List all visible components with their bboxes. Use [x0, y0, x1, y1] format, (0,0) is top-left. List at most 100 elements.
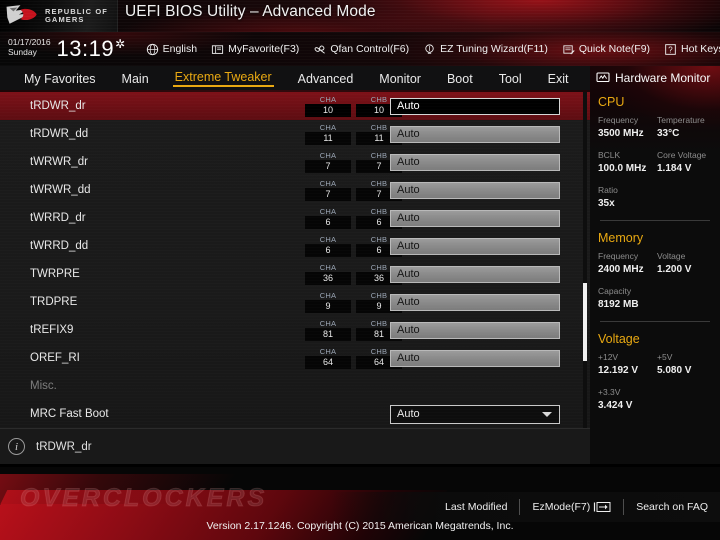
setting-input[interactable]: Auto	[390, 97, 560, 115]
tab-my-favorites[interactable]: My Favorites	[22, 72, 98, 86]
hw-metric-key: +12V	[598, 352, 619, 362]
setting-label: TWRPRE	[30, 268, 80, 280]
settings-row[interactable]: TRDPRE CHA 9 CHB 9 Auto	[0, 288, 590, 316]
tab-extreme-tweaker[interactable]: Extreme Tweaker	[172, 70, 274, 87]
tab-main[interactable]: Main	[120, 72, 151, 86]
globe-icon	[146, 43, 159, 56]
hw-metric-value: 5.080 V	[657, 365, 692, 376]
date-time-widget[interactable]: 01/17/2016 Sunday 13:19✲	[8, 38, 126, 60]
toolbar-item-hot-keys[interactable]: ? Hot Keys	[664, 43, 720, 56]
ez-mode-button[interactable]: EzMode(F7)	[532, 501, 611, 513]
toolbar-item-english[interactable]: English	[146, 43, 197, 56]
channel-a-value: 36	[305, 272, 351, 285]
setting-input[interactable]: Auto	[390, 321, 560, 339]
channel-a-value: 9	[305, 300, 351, 313]
setting-value: Auto	[397, 240, 420, 252]
hw-metric: +3.3V 3.424 V	[598, 386, 657, 413]
channel-a: CHA 6	[305, 235, 351, 257]
setting-input[interactable]: Auto	[390, 237, 560, 255]
channel-a-label: CHA	[319, 123, 337, 132]
channel-values: CHA 81 CHB 81	[305, 319, 402, 341]
gear-icon[interactable]: ✲	[115, 37, 126, 51]
settings-row[interactable]: OREF_RI CHA 64 CHB 64 Auto	[0, 344, 590, 372]
setting-input[interactable]: Auto	[390, 293, 560, 311]
channel-a-value: 81	[305, 328, 351, 341]
channel-a-label: CHA	[319, 207, 337, 216]
hw-metric-value: 1.184 V	[657, 163, 692, 174]
rog-eye-logo-icon	[6, 5, 37, 24]
channel-a-label: CHA	[319, 95, 337, 104]
svg-text:?: ?	[668, 45, 673, 54]
channel-values: CHA 7 CHB 7	[305, 151, 402, 173]
lightbulb-icon	[423, 43, 436, 56]
toolbar-item-quick-note[interactable]: Quick Note(F9)	[562, 43, 650, 56]
bios-screen: REPUBLIC OF GAMERS UEFI BIOS Utility – A…	[0, 0, 720, 540]
setting-label: tRDWR_dr	[30, 100, 86, 112]
settings-row[interactable]: tWRRD_dd CHA 6 CHB 6 Auto	[0, 232, 590, 260]
last-modified-button[interactable]: Last Modified	[445, 501, 507, 513]
settings-row[interactable]: tRDWR_dd CHA 11 CHB 11 Auto	[0, 120, 590, 148]
hw-metric-key: Voltage	[657, 251, 686, 261]
settings-row[interactable]: tWRRD_dr CHA 6 CHB 6 Auto	[0, 204, 590, 232]
settings-row[interactable]: MRC Fast Boot Auto	[0, 400, 590, 428]
channel-values: CHA 10 CHB 10	[305, 95, 402, 117]
toolbar-item-qfan-control[interactable]: Qfan Control(F6)	[313, 43, 409, 56]
tab-boot[interactable]: Boot	[445, 72, 475, 86]
channel-a-label: CHA	[319, 319, 337, 328]
page-title: UEFI BIOS Utility – Advanced Mode	[125, 3, 376, 20]
settings-row[interactable]: tRDWR_dr CHA 10 CHB 10 Auto	[0, 92, 590, 120]
setting-input[interactable]: Auto	[390, 265, 560, 283]
setting-label: MRC Fast Boot	[30, 408, 109, 420]
hw-metric-value: 3.424 V	[598, 400, 633, 411]
channel-a: CHA 7	[305, 151, 351, 173]
date-block: 01/17/2016 Sunday	[8, 38, 51, 60]
hardware-monitor-title-text: Hardware Monitor	[615, 71, 711, 85]
setting-input[interactable]: Auto	[390, 125, 560, 143]
search-on-faq-button[interactable]: Search on FAQ	[636, 501, 708, 513]
setting-label: tWRWR_dd	[30, 184, 91, 196]
channel-values: CHA 6 CHB 6	[305, 207, 402, 229]
setting-value: Auto	[397, 324, 420, 336]
footer-actions: Last Modified EzMode(F7) Search on FAQ	[0, 492, 720, 522]
settings-row[interactable]: tREFIX9 CHA 81 CHB 81 Auto	[0, 316, 590, 344]
setting-input[interactable]: Auto	[390, 153, 560, 171]
channel-values: CHA 64 CHB 64	[305, 347, 402, 369]
hw-metric-value: 100.0 MHz	[598, 163, 647, 174]
channel-a-label: CHA	[319, 235, 337, 244]
hw-metric: Frequency 2400 MHz	[598, 250, 657, 277]
hw-row: +3.3V 3.424 V	[590, 386, 720, 413]
setting-input[interactable]: Auto	[390, 209, 560, 227]
channel-a-label: CHA	[319, 291, 337, 300]
hw-metric: Ratio 35x	[598, 184, 657, 211]
setting-input[interactable]: Auto	[390, 349, 560, 367]
tab-exit[interactable]: Exit	[546, 72, 571, 86]
hw-metric-value: 3500 MHz	[598, 128, 644, 139]
tab-monitor[interactable]: Monitor	[377, 72, 423, 86]
scrollbar-thumb[interactable]	[583, 283, 587, 361]
hw-metric: Capacity 8192 MB	[598, 285, 657, 312]
channel-a: CHA 10	[305, 95, 351, 117]
setting-value: Auto	[397, 408, 420, 420]
help-text: tRDWR_dr	[36, 440, 92, 453]
hw-section-voltage: Voltage	[598, 332, 640, 346]
rog-logo-text: REPUBLIC OF GAMERS	[45, 8, 108, 24]
channel-a: CHA 64	[305, 347, 351, 369]
toolbar-item-myfavorite[interactable]: MyFavorite(F3)	[211, 43, 299, 56]
scrollbar-track[interactable]	[583, 92, 587, 428]
toolbar-item-ez-tuning-wizard[interactable]: EZ Tuning Wizard(F11)	[423, 43, 548, 56]
mrc-fast-boot-dropdown[interactable]: Auto	[390, 404, 560, 424]
setting-label: TRDPRE	[30, 296, 78, 308]
info-icon: i	[8, 438, 25, 455]
settings-row[interactable]: tWRWR_dr CHA 7 CHB 7 Auto	[0, 148, 590, 176]
setting-input[interactable]: Auto	[390, 181, 560, 199]
tab-advanced[interactable]: Advanced	[296, 72, 356, 86]
hw-row: Ratio 35x	[590, 184, 720, 211]
fan-icon	[313, 43, 326, 56]
settings-row[interactable]: TWRPRE CHA 36 CHB 36 Auto	[0, 260, 590, 288]
settings-row[interactable]: tWRWR_dd CHA 7 CHB 7 Auto	[0, 176, 590, 204]
channel-a-value: 64	[305, 356, 351, 369]
channel-a: CHA 36	[305, 263, 351, 285]
tab-tool[interactable]: Tool	[497, 72, 524, 86]
question-box-icon: ?	[664, 43, 677, 56]
channel-a-value: 6	[305, 216, 351, 229]
